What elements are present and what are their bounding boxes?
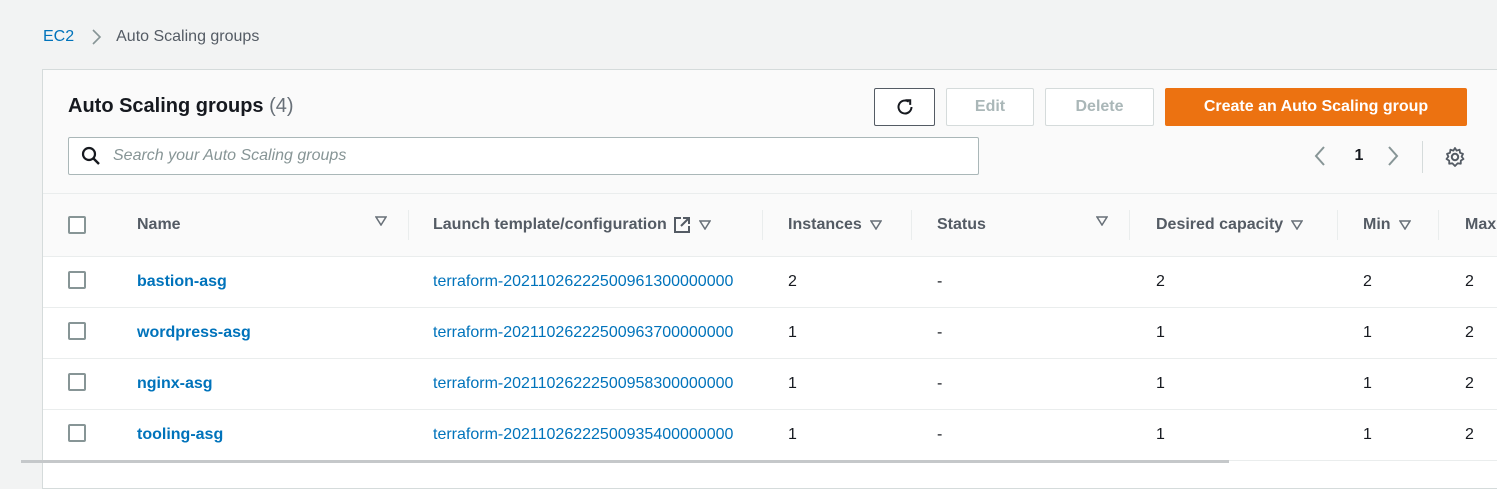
status-cell: - (937, 273, 943, 290)
launch-template-link[interactable]: terraform-20211026222500961300000000 (433, 273, 733, 290)
instances-cell: 1 (788, 426, 797, 443)
min-cell: 1 (1363, 324, 1372, 341)
refresh-button[interactable] (874, 88, 935, 126)
page-title: Auto Scaling groups (4) (68, 94, 294, 118)
instances-cell: 2 (788, 273, 797, 290)
sort-down-icon[interactable] (1096, 216, 1108, 226)
max-cell: 2 (1465, 324, 1474, 341)
asg-name-link[interactable]: nginx-asg (137, 375, 213, 392)
chevron-right-icon (1386, 144, 1400, 168)
search-icon (81, 146, 101, 166)
table-row[interactable]: wordpress-asg terraform-2021102622250096… (43, 308, 1497, 359)
instances-cell: 1 (788, 324, 797, 341)
min-cell: 1 (1363, 426, 1372, 443)
page-number[interactable]: 1 (1352, 144, 1366, 168)
sort-down-icon[interactable] (698, 220, 711, 230)
edit-button[interactable]: Edit (946, 88, 1034, 126)
previous-page-button[interactable] (1313, 144, 1327, 168)
row-checkbox[interactable] (68, 321, 86, 340)
asg-name-link[interactable]: bastion-asg (137, 273, 227, 290)
column-desired-capacity-label: Desired capacity (1156, 216, 1284, 233)
create-auto-scaling-group-button[interactable]: Create an Auto Scaling group (1165, 88, 1467, 126)
instances-cell: 1 (788, 375, 797, 392)
max-cell: 2 (1465, 273, 1474, 290)
column-header-min[interactable]: Min (1338, 194, 1439, 257)
asg-name-link[interactable]: tooling-asg (137, 426, 223, 443)
chevron-left-icon (1313, 144, 1327, 168)
column-header-name[interactable]: Name (112, 194, 409, 257)
min-cell: 1 (1363, 375, 1372, 392)
search-field (68, 137, 979, 175)
column-name-label: Name (137, 216, 181, 233)
status-cell: - (937, 426, 943, 443)
title-text: Auto Scaling groups (68, 95, 264, 117)
refresh-icon (894, 96, 916, 118)
column-status-label: Status (937, 216, 986, 233)
sort-down-icon[interactable] (869, 220, 882, 230)
select-all-checkbox[interactable] (68, 216, 86, 234)
column-launch-template-label: Launch template/configuration (433, 216, 667, 233)
breadcrumb-ec2-link[interactable]: EC2 (43, 28, 74, 46)
breadcrumb-current: Auto Scaling groups (116, 28, 260, 45)
column-header-launch-template[interactable]: Launch template/configuration (409, 194, 763, 257)
status-cell: - (937, 375, 943, 392)
search-input[interactable] (111, 146, 951, 166)
table-row[interactable]: nginx-asg terraform-20211026222500958300… (43, 359, 1497, 410)
settings-icon (1444, 146, 1466, 168)
group-count: (4) (269, 95, 294, 117)
status-cell: - (937, 324, 943, 341)
max-cell: 2 (1465, 375, 1474, 392)
auto-scaling-groups-table: Name Launch template/configuration Insta… (43, 194, 1497, 461)
desired-capacity-cell: 2 (1156, 273, 1165, 290)
asg-name-link[interactable]: wordpress-asg (137, 324, 251, 341)
column-min-label: Min (1363, 216, 1391, 233)
desired-capacity-cell: 1 (1156, 426, 1165, 443)
preferences-button[interactable] (1444, 146, 1466, 168)
chevron-right-icon (90, 28, 102, 46)
desired-capacity-cell: 1 (1156, 324, 1165, 341)
row-checkbox[interactable] (68, 423, 86, 442)
column-header-max[interactable]: Max (1439, 194, 1497, 257)
launch-template-link[interactable]: terraform-20211026222500935400000000 (433, 426, 733, 443)
column-header-instances[interactable]: Instances (763, 194, 912, 257)
row-checkbox[interactable] (68, 270, 86, 289)
table-row[interactable]: bastion-asg terraform-202110262225009613… (43, 257, 1497, 308)
sort-down-icon[interactable] (1398, 220, 1411, 230)
sort-down-icon[interactable] (1291, 220, 1304, 230)
delete-button[interactable]: Delete (1045, 88, 1154, 126)
column-max-label: Max (1465, 216, 1497, 233)
column-instances-label: Instances (788, 216, 862, 233)
row-checkbox[interactable] (68, 372, 86, 391)
sort-down-icon[interactable] (375, 216, 387, 226)
table-row[interactable]: tooling-asg terraform-202110262225009354… (43, 410, 1497, 461)
pager-divider (1422, 141, 1423, 173)
min-cell: 2 (1363, 273, 1372, 290)
column-header-desired-capacity[interactable]: Desired capacity (1130, 194, 1338, 257)
breadcrumb: EC2 Auto Scaling groups (43, 26, 259, 48)
launch-template-link[interactable]: terraform-20211026222500958300000000 (433, 375, 733, 392)
launch-template-link[interactable]: terraform-20211026222500963700000000 (433, 324, 733, 341)
auto-scaling-groups-panel: Auto Scaling groups (4) Edit Delete Crea… (42, 69, 1497, 489)
column-header-status[interactable]: Status (912, 194, 1130, 257)
desired-capacity-cell: 1 (1156, 375, 1165, 392)
next-page-button[interactable] (1386, 144, 1400, 168)
max-cell: 2 (1465, 426, 1474, 443)
table-header-row: Name Launch template/configuration Insta… (43, 194, 1497, 257)
external-link-icon (673, 216, 691, 234)
